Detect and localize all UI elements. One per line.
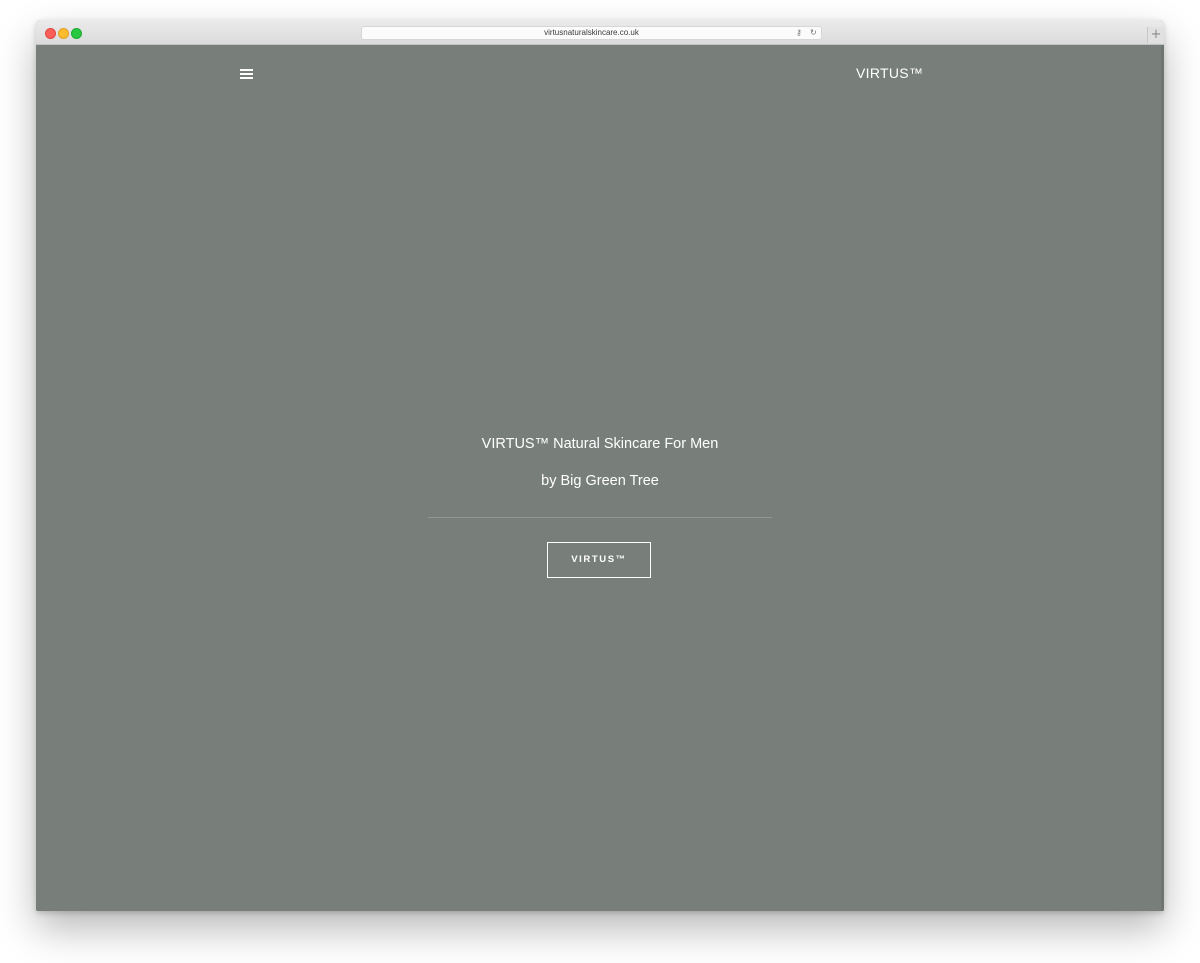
virtus-button[interactable]: VIRTUS™	[547, 542, 651, 578]
key-icon[interactable]: ⚷	[796, 27, 802, 39]
menu-line	[240, 73, 253, 75]
new-tab-button[interactable]: +	[1147, 27, 1164, 43]
hero-divider	[428, 517, 772, 518]
close-window-button[interactable]	[45, 28, 56, 39]
menu-line	[240, 77, 253, 79]
reload-icon[interactable]: ↻	[810, 27, 817, 39]
hero-title: VIRTUS™ Natural Skincare For Men	[481, 436, 719, 452]
hero-subtitle: by Big Green Tree	[541, 473, 659, 489]
hamburger-menu-icon[interactable]	[240, 69, 253, 80]
browser-titlebar: virtusnaturalskincare.co.uk ⚷ ↻ +	[36, 20, 1164, 45]
menu-line	[240, 69, 253, 71]
url-text: virtusnaturalskincare.co.uk	[544, 28, 639, 37]
page-viewport: VIRTUS™ VIRTUS™ Natural Skincare For Men…	[36, 45, 1164, 911]
maximize-window-button[interactable]	[71, 28, 82, 39]
scrollbar-track[interactable]	[1161, 45, 1164, 911]
address-bar[interactable]: virtusnaturalskincare.co.uk ⚷ ↻	[361, 26, 822, 40]
browser-window: virtusnaturalskincare.co.uk ⚷ ↻ + VIRTUS…	[36, 20, 1164, 911]
minimize-window-button[interactable]	[58, 28, 69, 39]
site-logo-link[interactable]: VIRTUS™	[856, 64, 996, 82]
